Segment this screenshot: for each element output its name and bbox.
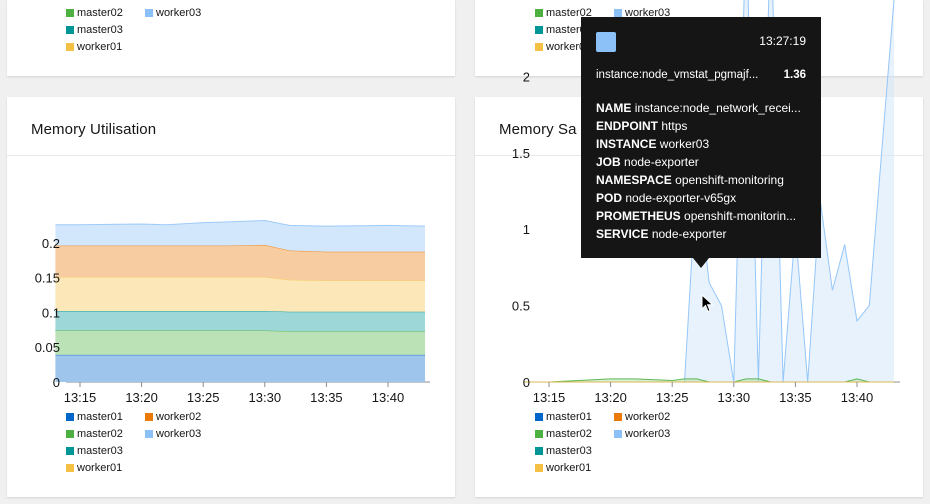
x-tick-label: 13:25 bbox=[656, 390, 689, 405]
tooltip-value: 1.36 bbox=[783, 69, 806, 81]
tooltip-row-instance: INSTANCE worker03 bbox=[596, 137, 710, 151]
tooltip-row-pod: POD node-exporter-v65gx bbox=[596, 191, 737, 205]
tooltip-row-namespace: NAMESPACE openshift-monitoring bbox=[596, 173, 784, 187]
x-tick-label: 13:20 bbox=[594, 390, 627, 405]
y-tick-label: 1 bbox=[523, 222, 530, 237]
y-tick-label: 2 bbox=[523, 69, 530, 84]
tooltip-row-prometheus: PROMETHEUS openshift-monitorin... bbox=[596, 209, 797, 223]
tooltip-row-service: SERVICE node-exporter bbox=[596, 227, 727, 241]
tooltip-row-job: JOB node-exporter bbox=[596, 155, 699, 169]
y-tick-label: 1.5 bbox=[512, 146, 530, 161]
x-tick-label: 13:35 bbox=[779, 390, 812, 405]
tooltip-row-name: NAME instance:node_network_recei... bbox=[596, 101, 801, 115]
y-tick-label: 0.5 bbox=[512, 299, 530, 314]
x-tick-label: 13:30 bbox=[718, 390, 751, 405]
tooltip-time: 13:27:19 bbox=[759, 34, 806, 48]
tooltip-series-name: instance:node_vmstat_pgmajf... bbox=[596, 69, 759, 81]
x-tick-label: 13:15 bbox=[533, 390, 566, 405]
tooltip-row-endpoint: ENDPOINT https bbox=[596, 119, 688, 133]
tooltip-arrow bbox=[693, 258, 709, 268]
mouse-cursor-icon bbox=[701, 293, 714, 313]
chart-tooltip: 13:27:19 instance:node_vmstat_pgmajf... … bbox=[581, 17, 821, 258]
y-tick-label: 0 bbox=[523, 375, 530, 390]
tooltip-color-swatch bbox=[596, 32, 616, 52]
x-tick-label: 13:40 bbox=[841, 390, 874, 405]
